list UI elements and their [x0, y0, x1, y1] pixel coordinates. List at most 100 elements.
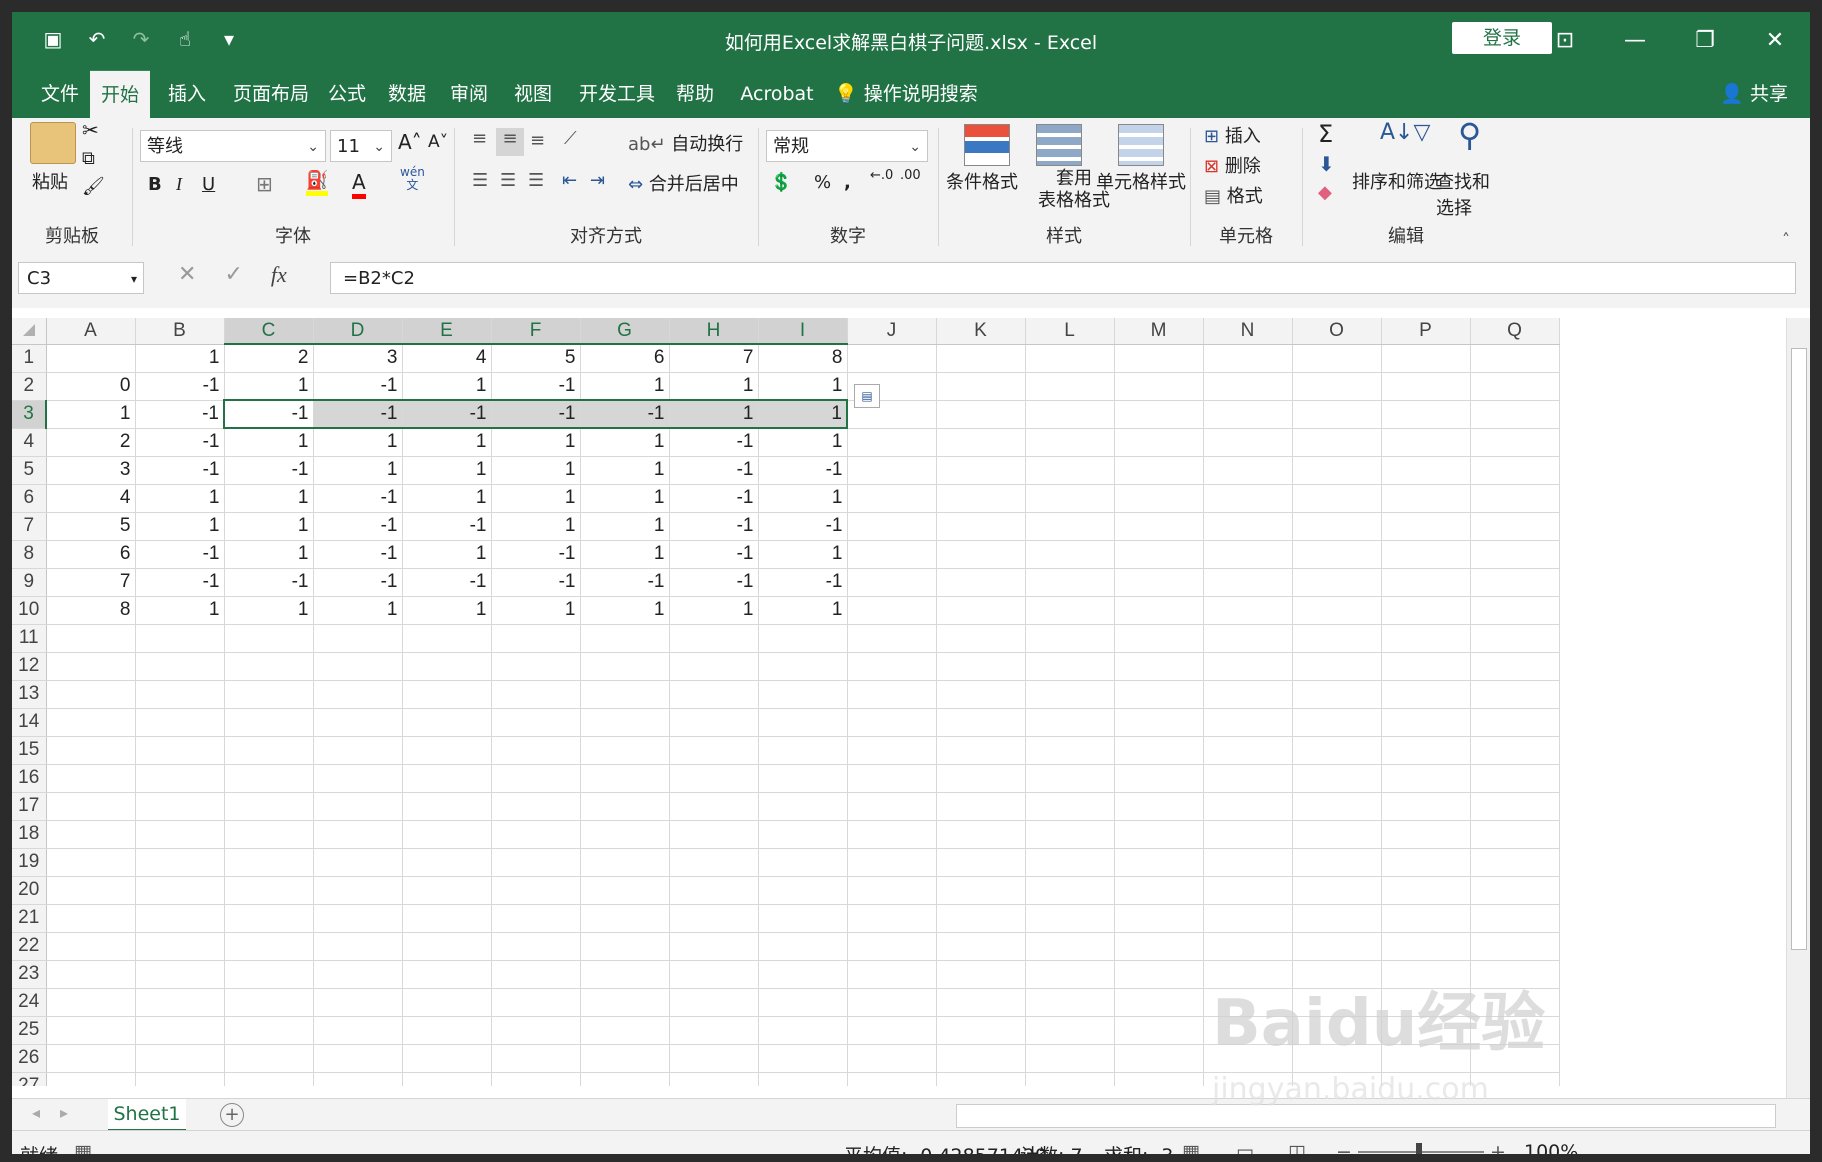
comma-icon[interactable]: , — [844, 172, 851, 193]
cell[interactable] — [758, 988, 848, 1017]
tab-formulas[interactable]: 公式 — [324, 70, 370, 118]
number-format-select[interactable]: 常规 ⌄ — [766, 130, 928, 162]
minimize-icon[interactable]: — — [1600, 12, 1670, 70]
cell[interactable] — [1025, 820, 1115, 849]
cell[interactable] — [313, 764, 403, 793]
cell[interactable] — [402, 764, 492, 793]
cell[interactable]: -1 — [135, 568, 225, 597]
cell[interactable] — [491, 764, 581, 793]
cell[interactable]: -1 — [313, 540, 403, 569]
cell[interactable] — [758, 932, 848, 961]
next-sheet-icon[interactable]: ▸ — [60, 1103, 68, 1122]
cell[interactable]: 1 — [313, 456, 403, 485]
cell[interactable] — [847, 736, 937, 765]
cell[interactable] — [491, 904, 581, 933]
cell[interactable] — [1025, 484, 1115, 513]
decrease-font-icon[interactable]: A˅ — [428, 132, 448, 152]
tab-view[interactable]: 视图 — [510, 70, 556, 118]
cell[interactable]: 1 — [580, 512, 670, 541]
cell[interactable]: 5 — [46, 512, 136, 541]
percent-icon[interactable]: % — [814, 172, 831, 193]
cell[interactable] — [1292, 344, 1382, 373]
cell[interactable] — [1114, 568, 1204, 597]
cell[interactable] — [1381, 736, 1471, 765]
cell[interactable] — [669, 764, 759, 793]
cell[interactable] — [1470, 428, 1560, 457]
cell[interactable] — [758, 820, 848, 849]
cell[interactable] — [46, 848, 136, 877]
cell[interactable] — [491, 1044, 581, 1073]
column-header[interactable]: L — [1025, 318, 1115, 345]
cell[interactable]: 1 — [313, 428, 403, 457]
cell[interactable] — [491, 624, 581, 653]
cut-icon[interactable]: ✂ — [82, 118, 99, 142]
cell[interactable] — [46, 652, 136, 681]
cell[interactable]: -1 — [223, 399, 314, 429]
increase-indent-icon[interactable]: ⇥ — [590, 170, 605, 191]
cell[interactable] — [1381, 484, 1471, 513]
formula-input[interactable]: =B2*C2 — [330, 262, 1796, 294]
cell[interactable] — [1470, 540, 1560, 569]
sort-filter-button[interactable]: 排序和筛选 — [1352, 168, 1442, 194]
cell[interactable] — [1381, 764, 1471, 793]
cell[interactable] — [1381, 820, 1471, 849]
cell[interactable] — [1114, 792, 1204, 821]
cell[interactable] — [135, 1016, 225, 1045]
cell[interactable] — [224, 1072, 314, 1086]
cell[interactable] — [847, 568, 937, 597]
cell[interactable] — [1203, 512, 1293, 541]
cell[interactable] — [135, 1044, 225, 1073]
cell[interactable] — [1292, 652, 1382, 681]
cell[interactable] — [1114, 988, 1204, 1017]
cell[interactable] — [669, 876, 759, 905]
cell[interactable] — [847, 764, 937, 793]
cell[interactable] — [46, 708, 136, 737]
cell[interactable] — [1025, 624, 1115, 653]
column-header[interactable]: C — [224, 318, 314, 345]
cell[interactable]: -1 — [135, 372, 225, 401]
cell-styles-button[interactable]: 单元格样式 — [1096, 168, 1186, 194]
wrap-text-button[interactable]: ab↵ 自动换行 — [628, 130, 743, 156]
decrease-decimal-icon[interactable]: .00 — [900, 168, 921, 183]
cell[interactable] — [491, 960, 581, 989]
cell[interactable] — [46, 736, 136, 765]
cell[interactable] — [402, 932, 492, 961]
cell[interactable] — [1292, 512, 1382, 541]
cell[interactable] — [1381, 372, 1471, 401]
align-left-icon[interactable]: ☰ — [472, 170, 488, 191]
cell[interactable] — [224, 680, 314, 709]
cell[interactable] — [936, 708, 1026, 737]
cell[interactable] — [491, 932, 581, 961]
cell[interactable] — [936, 456, 1026, 485]
cell[interactable]: 2 — [46, 428, 136, 457]
cell[interactable] — [936, 568, 1026, 597]
cell[interactable]: -1 — [224, 568, 314, 597]
cell[interactable] — [936, 904, 1026, 933]
cell[interactable]: 1 — [669, 372, 759, 401]
cell[interactable] — [313, 1016, 403, 1045]
font-color-icon[interactable]: A — [352, 170, 366, 199]
row-header[interactable]: 21 — [12, 904, 47, 933]
cell[interactable]: 1 — [402, 428, 492, 457]
cell[interactable] — [1025, 1044, 1115, 1073]
cell[interactable]: 1 — [135, 344, 225, 373]
cell[interactable] — [1292, 400, 1382, 429]
cell[interactable]: 1 — [580, 596, 670, 625]
cell[interactable] — [1025, 1072, 1115, 1086]
tab-file[interactable]: 文件 — [32, 70, 88, 118]
row-header[interactable]: 16 — [12, 764, 47, 793]
column-header[interactable]: A — [46, 318, 136, 345]
cell[interactable] — [669, 792, 759, 821]
cell[interactable] — [313, 792, 403, 821]
cell[interactable] — [1470, 456, 1560, 485]
cell[interactable] — [1203, 596, 1293, 625]
cell[interactable] — [758, 1044, 848, 1073]
cell[interactable] — [313, 876, 403, 905]
cell[interactable] — [1025, 344, 1115, 373]
cell[interactable]: 1 — [758, 596, 848, 625]
cell[interactable] — [847, 1044, 937, 1073]
cell[interactable] — [580, 652, 670, 681]
cell[interactable] — [1025, 456, 1115, 485]
cell[interactable] — [46, 820, 136, 849]
column-header[interactable]: M — [1114, 318, 1204, 345]
